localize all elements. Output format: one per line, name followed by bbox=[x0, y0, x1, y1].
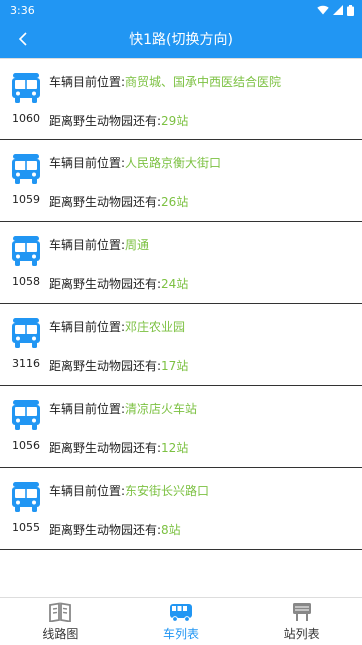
bus-row[interactable]: 3116 车辆目前位置:邓庄农业园 距离野生动物园还有:17站 bbox=[0, 304, 362, 386]
position-value: 商贸城、国承中西医结合医院 bbox=[125, 75, 282, 89]
bus-list: 1060 车辆目前位置:商贸城、国承中西医结合医院 距离野生动物园还有:29站 … bbox=[0, 58, 362, 597]
bus-distance: 距离野生动物园还有:29站 bbox=[49, 112, 188, 129]
app-bar: 快1路(切换方向) bbox=[0, 20, 362, 58]
position-value: 东安街长兴路口 bbox=[125, 484, 210, 498]
chevron-left-icon bbox=[18, 32, 27, 46]
distance-label: 距离野生动物园还有: bbox=[49, 359, 162, 373]
bus-number: 1055 bbox=[12, 521, 40, 534]
position-value: 邓庄农业园 bbox=[125, 320, 186, 334]
position-label: 车辆目前位置: bbox=[49, 156, 126, 170]
position-label: 车辆目前位置: bbox=[49, 75, 126, 89]
bus-position: 车辆目前位置:清凉店火车站 bbox=[49, 400, 197, 417]
bus-position: 车辆目前位置:邓庄农业园 bbox=[49, 318, 185, 335]
position-label: 车辆目前位置: bbox=[49, 402, 126, 416]
bus-icon bbox=[11, 235, 41, 267]
bus-position: 车辆目前位置:商贸城、国承中西医结合医院 bbox=[49, 73, 281, 90]
status-bar: 3:36 bbox=[0, 0, 362, 20]
tab-label: 线路图 bbox=[42, 626, 79, 641]
distance-value: 8站 bbox=[161, 523, 181, 537]
position-label: 车辆目前位置: bbox=[49, 320, 126, 334]
bus-row[interactable]: 1056 车辆目前位置:清凉店火车站 距离野生动物园还有:12站 bbox=[0, 386, 362, 468]
bus-distance: 距离野生动物园还有:12站 bbox=[49, 439, 188, 456]
tab-route-map[interactable]: 线路图 bbox=[0, 598, 121, 645]
bus-number: 1059 bbox=[12, 193, 40, 206]
bus-row[interactable]: 1060 车辆目前位置:商贸城、国承中西医结合医院 距离野生动物园还有:29站 bbox=[0, 58, 362, 140]
page-title[interactable]: 快1路(切换方向) bbox=[129, 29, 233, 49]
map-book-icon bbox=[49, 601, 72, 622]
bus-icon bbox=[11, 317, 41, 349]
bus-number: 3116 bbox=[12, 357, 40, 370]
bus-icon bbox=[170, 603, 192, 622]
status-time: 3:36 bbox=[10, 3, 35, 17]
position-label: 车辆目前位置: bbox=[49, 238, 126, 252]
bus-position: 车辆目前位置:周通 bbox=[49, 236, 149, 253]
bus-number: 1060 bbox=[12, 112, 40, 125]
bus-distance: 距离野生动物园还有:24站 bbox=[49, 275, 188, 292]
station-sign-icon bbox=[292, 602, 311, 621]
distance-label: 距离野生动物园还有: bbox=[49, 441, 162, 455]
distance-value: 24站 bbox=[161, 277, 189, 291]
distance-label: 距离野生动物园还有: bbox=[49, 114, 162, 128]
bus-number: 1056 bbox=[12, 439, 40, 452]
tab-label: 站列表 bbox=[283, 626, 320, 641]
distance-value: 12站 bbox=[161, 441, 189, 455]
position-value: 人民路京衡大街口 bbox=[125, 156, 222, 170]
tab-station-list[interactable]: 站列表 bbox=[241, 598, 362, 645]
wifi-icon bbox=[317, 5, 329, 15]
bus-distance: 距离野生动物园还有:17站 bbox=[49, 357, 188, 374]
bus-number: 1058 bbox=[12, 275, 40, 288]
bus-icon bbox=[11, 481, 41, 513]
signal-icon bbox=[333, 5, 343, 15]
position-value: 清凉店火车站 bbox=[125, 402, 198, 416]
distance-value: 26站 bbox=[161, 195, 189, 209]
bus-distance: 距离野生动物园还有:26站 bbox=[49, 193, 188, 210]
distance-label: 距离野生动物园还有: bbox=[49, 277, 162, 291]
bus-row[interactable]: 1058 车辆目前位置:周通 距离野生动物园还有:24站 bbox=[0, 222, 362, 304]
back-button[interactable] bbox=[8, 20, 38, 58]
distance-label: 距离野生动物园还有: bbox=[49, 523, 162, 537]
bottom-tab-bar: 线路图 车列表 站列表 bbox=[0, 597, 362, 645]
position-label: 车辆目前位置: bbox=[49, 484, 126, 498]
battery-icon bbox=[347, 4, 354, 16]
tab-bus-list[interactable]: 车列表 bbox=[121, 598, 242, 645]
distance-label: 距离野生动物园还有: bbox=[49, 195, 162, 209]
bus-distance: 距离野生动物园还有:8站 bbox=[49, 521, 181, 538]
bus-row[interactable]: 1059 车辆目前位置:人民路京衡大街口 距离野生动物园还有:26站 bbox=[0, 140, 362, 222]
bus-row[interactable]: 1055 车辆目前位置:东安街长兴路口 距离野生动物园还有:8站 bbox=[0, 468, 362, 550]
status-icons bbox=[317, 4, 354, 16]
bus-icon bbox=[11, 153, 41, 185]
bus-icon bbox=[11, 399, 41, 431]
tab-label: 车列表 bbox=[163, 626, 200, 641]
distance-value: 17站 bbox=[161, 359, 189, 373]
bus-icon bbox=[11, 72, 41, 104]
distance-value: 29站 bbox=[161, 114, 189, 128]
bus-position: 车辆目前位置:人民路京衡大街口 bbox=[49, 154, 221, 171]
position-value: 周通 bbox=[125, 238, 150, 252]
bus-position: 车辆目前位置:东安街长兴路口 bbox=[49, 482, 209, 499]
